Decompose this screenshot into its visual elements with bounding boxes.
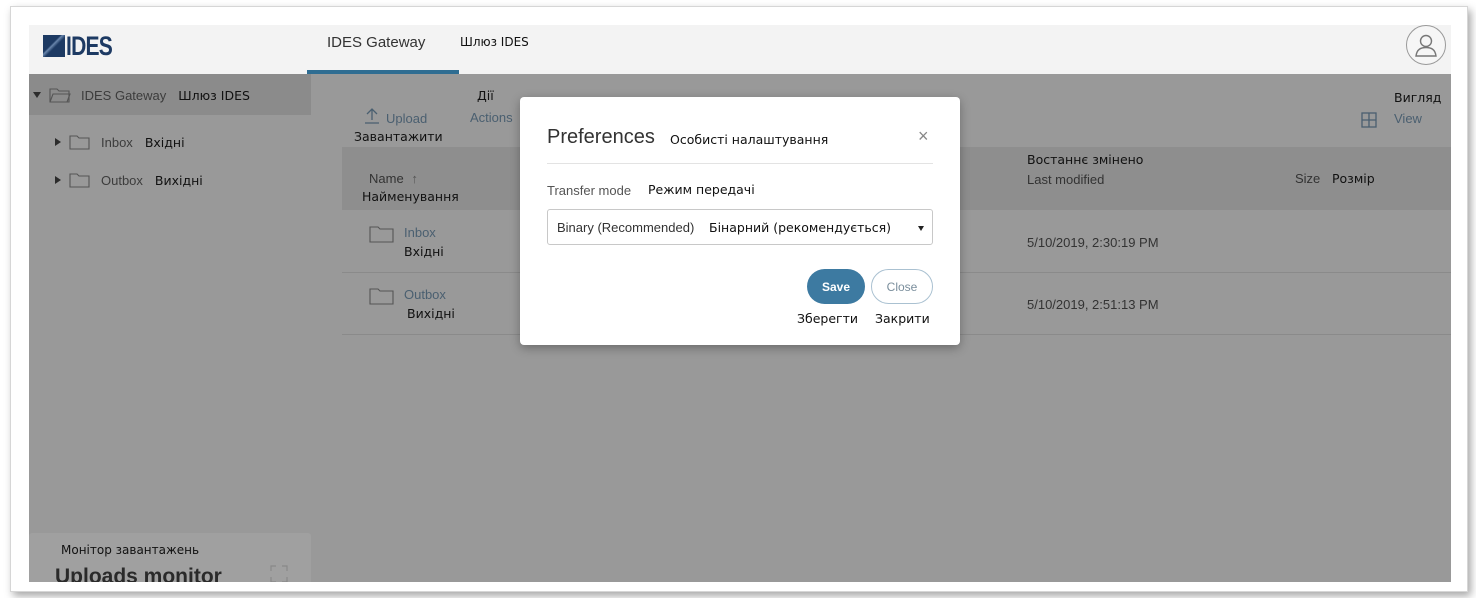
select-value: Binary (Recommended) [557,220,695,235]
save-label-translation: Зберегти [797,311,859,326]
folder-icon [369,288,394,305]
tab-label: IDES Gateway [327,34,426,51]
select-value-translation: Бінарний (рекомендується) [709,220,892,235]
upload-icon[interactable] [362,106,382,126]
row-modified: 5/10/2019, 2:30:19 PM [1027,235,1159,250]
transfer-mode-label-translation: Режим передачі [648,182,755,197]
column-name-translation: Найменування [362,189,459,204]
logo-mark-icon [43,35,65,57]
transfer-mode-label: Transfer mode [547,183,632,198]
transfer-mode-select[interactable]: Binary (Recommended) Бінарний (рекоменду… [547,209,933,245]
column-modified-translation: Востаннє змінено [1027,152,1144,167]
screenshot-frame: IDES IDES Gateway Шлюз IDES IDES Gateway… [10,6,1468,592]
sidebar-item-label-translation: Вихідні [154,172,203,188]
save-button[interactable]: Save [807,269,865,304]
uploads-monitor-panel[interactable]: Монітор завантажень Uploads monitor [29,533,311,582]
preferences-dialog: Preferences Особисті налаштування × Tran… [520,97,960,345]
dialog-divider [547,163,933,164]
sidebar: IDES Gateway Шлюз IDES Inbox Вхідні Outb… [29,74,311,582]
tab-ides-gateway[interactable]: IDES Gateway [307,25,459,74]
expand-right-icon[interactable] [55,176,61,184]
upload-label-translation: Завантажити [354,129,443,144]
view-button[interactable]: View [1394,111,1422,126]
row-name-link[interactable]: Inbox [404,225,436,240]
actions-menu-button[interactable]: Actions [470,110,513,125]
app-window: IDES IDES Gateway Шлюз IDES IDES Gateway… [29,25,1451,582]
sidebar-item-label-translation: Шлюз IDES [178,87,250,103]
tab-label-translation: Шлюз IDES [460,35,529,49]
close-button[interactable]: Close [871,269,933,304]
column-header-size[interactable]: Size [1295,171,1320,186]
view-label-translation: Вигляд [1394,90,1442,105]
sidebar-item-inbox[interactable]: Inbox Вхідні [55,131,185,153]
uploads-monitor-label-translation: Монітор завантажень [61,543,200,557]
folder-icon [69,173,90,188]
folder-icon [69,135,90,150]
sidebar-item-outbox[interactable]: Outbox Вихідні [55,169,203,191]
close-label-translation: Закрити [875,311,930,326]
folder-icon [369,226,394,243]
uploads-monitor-label: Uploads monitor [55,565,222,582]
user-profile-button[interactable] [1406,25,1446,65]
column-size-translation: Розмір [1332,171,1375,186]
expand-right-icon[interactable] [55,138,61,146]
sort-ascending-icon[interactable]: ↑ [411,171,418,186]
close-icon[interactable]: × [918,127,929,145]
dialog-title: Preferences [547,126,655,148]
grid-view-icon[interactable] [1360,111,1378,129]
sidebar-item-ides-gateway[interactable]: IDES Gateway Шлюз IDES [29,74,311,115]
user-icon [1415,34,1437,57]
dropdown-arrow-icon [918,226,924,231]
upload-button[interactable]: Upload [386,111,427,126]
folder-open-icon [49,88,71,103]
column-name-label: Name [369,171,404,186]
row-name-link[interactable]: Outbox [404,287,446,302]
actions-label-translation: Дії [477,88,494,103]
sidebar-item-label: Outbox [101,172,143,188]
row-name-translation: Вхідні [404,244,444,259]
expand-down-icon[interactable] [33,92,41,98]
ides-logo[interactable]: IDES [43,31,125,61]
column-header-modified[interactable]: Last modified [1027,172,1104,187]
logo-text: IDES [66,30,113,61]
sidebar-item-label: Inbox [101,134,133,150]
column-header-name[interactable]: Name ↑ [369,171,418,186]
dialog-title-translation: Особисті налаштування [670,132,829,147]
top-header: IDES IDES Gateway Шлюз IDES [29,25,1451,74]
sidebar-item-label: IDES Gateway [81,87,167,103]
expand-icon[interactable] [269,564,289,582]
sidebar-item-label-translation: Вхідні [144,134,185,150]
row-name-translation: Вихідні [407,306,455,321]
row-modified: 5/10/2019, 2:51:13 PM [1027,297,1159,312]
